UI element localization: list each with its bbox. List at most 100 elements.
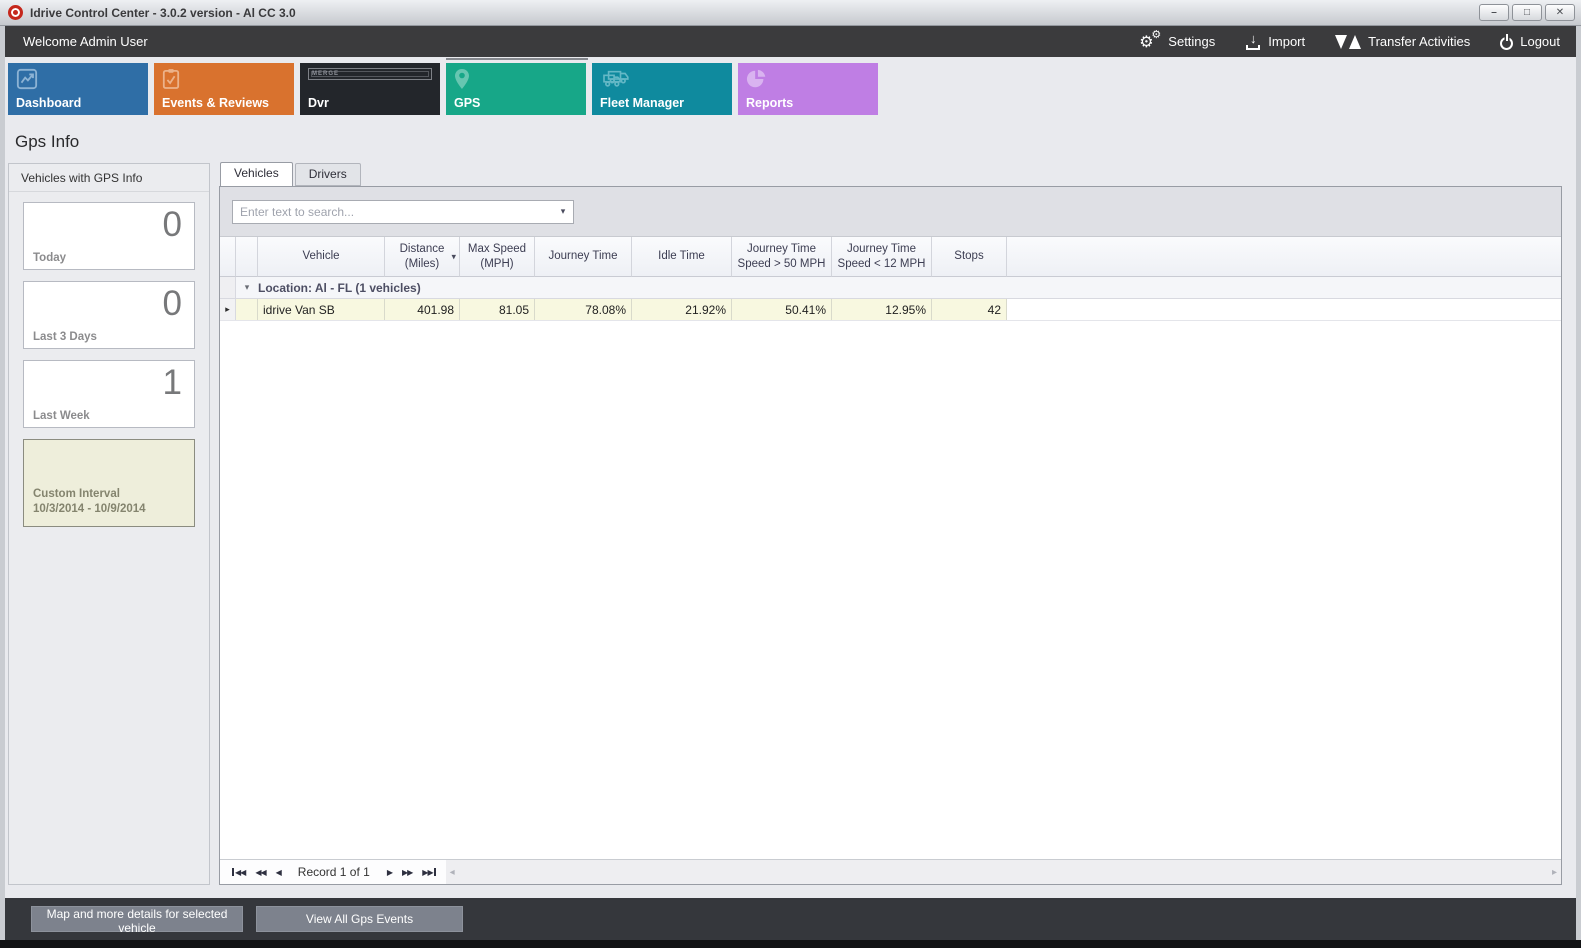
map-details-button[interactable]: Map and more details for selected vehicl… — [31, 906, 243, 932]
dropdown-arrow-icon[interactable]: ▾ — [553, 206, 573, 217]
cell-stops: 42 — [932, 299, 1007, 320]
card-today[interactable]: 0 Today — [23, 202, 195, 270]
card-label: Last 3 Days — [33, 331, 97, 343]
last-record-button[interactable]: ▶▶ — [419, 866, 439, 879]
cell-vehicle: idrive Van SB — [258, 299, 385, 320]
transfer-arrows-icon — [1335, 33, 1361, 51]
card-label: Custom Interval 10/3/2014 - 10/9/2014 — [33, 487, 146, 518]
settings-label: Settings — [1168, 34, 1215, 49]
settings-button[interactable]: ⚙ ⚙ Settings — [1139, 32, 1215, 52]
header-idle-time[interactable]: Idle Time — [632, 237, 732, 277]
cell-journey-time: 78.08% — [535, 299, 632, 320]
nav-tile-dvr[interactable]: MERGE Dvr — [300, 63, 440, 115]
map-pin-icon — [454, 68, 470, 90]
next-record-button[interactable]: ▶ — [384, 866, 395, 879]
header-journey-time[interactable]: Journey Time — [535, 237, 632, 277]
power-icon — [1500, 37, 1513, 50]
import-button[interactable]: ↓ Import — [1245, 34, 1305, 50]
header-filler — [1007, 237, 1561, 277]
page-title: Gps Info — [15, 132, 1576, 154]
transfer-activities-label: Transfer Activities — [1368, 34, 1470, 49]
page-body: Vehicles with GPS Info 0 Today 0 Last 3 … — [5, 163, 1576, 885]
tab-vehicles[interactable]: Vehicles — [220, 162, 293, 187]
card-custom-interval[interactable]: Custom Interval 10/3/2014 - 10/9/2014 — [23, 439, 195, 527]
group-row-location[interactable]: ▾ Location: Al - FL (1 vehicles) — [220, 277, 1561, 299]
footer-action-bar: Map and more details for selected vehicl… — [5, 898, 1576, 940]
header-journey-under-12[interactable]: Journey Time Speed < 12 MPH — [832, 237, 932, 277]
card-label: Last Week — [33, 410, 90, 422]
card-value: 0 — [163, 205, 182, 245]
minimize-button[interactable]: – — [1479, 4, 1509, 21]
clipboard-check-icon — [162, 68, 180, 90]
search-combo: ▾ — [232, 200, 574, 224]
pie-chart-icon — [746, 68, 768, 90]
tab-drivers[interactable]: Drivers — [295, 163, 361, 186]
nav-tiles: Dashboard Events & Reviews MERGE Dvr GPS — [5, 57, 1576, 123]
prev-record-button[interactable]: ◀ — [273, 866, 284, 879]
close-button[interactable]: ✕ — [1545, 4, 1575, 21]
header-expand-cell — [236, 237, 258, 277]
horizontal-scrollbar[interactable]: ◂ ▸ — [446, 860, 1561, 884]
search-toolbar: ▾ — [220, 187, 1561, 237]
nav-tile-gps[interactable]: GPS — [446, 63, 586, 115]
sidebar-gps-info: Vehicles with GPS Info 0 Today 0 Last 3 … — [8, 163, 210, 885]
nav-tile-label: Dvr — [308, 96, 432, 110]
import-label: Import — [1268, 34, 1305, 49]
cell-idle-time: 21.92% — [632, 299, 732, 320]
header-distance[interactable]: Distance (Miles) ▾ — [385, 237, 460, 277]
transfer-activities-button[interactable]: Transfer Activities — [1335, 33, 1470, 51]
cell-distance: 401.98 — [385, 299, 460, 320]
header-vehicle[interactable]: Vehicle — [258, 237, 385, 277]
vehicles-panel: ▾ Vehicle Distance (Miles) ▾ — [219, 186, 1562, 885]
nav-tile-label: Dashboard — [16, 96, 140, 110]
grid-empty-area — [220, 321, 1561, 859]
line-chart-icon — [16, 68, 38, 90]
card-value: 0 — [163, 284, 182, 324]
tab-strip: Vehicles Drivers — [219, 163, 1562, 186]
collapse-icon[interactable]: ▾ — [236, 282, 258, 293]
interval-cards: 0 Today 0 Last 3 Days 1 Last Week Custom… — [9, 192, 209, 548]
main-area: Vehicles Drivers ▾ — [219, 163, 1562, 885]
nav-tile-dashboard[interactable]: Dashboard — [8, 63, 148, 115]
card-last-3-days[interactable]: 0 Last 3 Days — [23, 281, 195, 349]
nav-tile-reports[interactable]: Reports — [738, 63, 878, 115]
nav-tile-events-reviews[interactable]: Events & Reviews — [154, 63, 294, 115]
pagination-bar: ◀◀ ◀◀ ◀ Record 1 of 1 ▶ ▶▶ ▶▶ — [220, 859, 1561, 884]
record-status: Record 1 of 1 — [288, 865, 380, 879]
table-row-idrive-van-sb[interactable]: ▸ idrive Van SB 401.98 81.05 78.08% 21.9… — [220, 299, 1561, 321]
card-label: Today — [33, 252, 66, 264]
gear-icon: ⚙ ⚙ — [1139, 32, 1161, 52]
scroll-left-icon[interactable]: ◂ — [450, 867, 455, 878]
view-all-gps-events-button[interactable]: View All Gps Events — [256, 906, 463, 932]
app-logo-icon — [8, 5, 23, 20]
dvr-merge-icon: MERGE — [308, 68, 432, 80]
cell-max-speed: 81.05 — [460, 299, 535, 320]
nav-tile-fleet-manager[interactable]: Fleet Manager — [592, 63, 732, 115]
window-bottom-frame — [0, 940, 1581, 948]
title-bar: Idrive Control Center - 3.0.2 version - … — [0, 0, 1581, 26]
nav-tile-label: Reports — [746, 96, 870, 110]
app-window: Idrive Control Center - 3.0.2 version - … — [0, 0, 1581, 948]
maximize-button[interactable]: □ — [1512, 4, 1542, 21]
row-filler — [1007, 299, 1561, 320]
scroll-right-icon[interactable]: ▸ — [1552, 867, 1557, 878]
cell-journey-under-12: 12.95% — [832, 299, 932, 320]
nav-tile-label: Events & Reviews — [162, 96, 286, 110]
card-last-week[interactable]: 1 Last Week — [23, 360, 195, 428]
nav-tile-label: GPS — [454, 96, 578, 110]
header-bar: Welcome Admin User ⚙ ⚙ Settings ↓ Import — [5, 26, 1576, 57]
next-page-button[interactable]: ▶▶ — [399, 866, 415, 879]
group-label: Location: Al - FL (1 vehicles) — [258, 281, 421, 295]
record-navigator: ◀◀ ◀◀ ◀ Record 1 of 1 ▶ ▶▶ ▶▶ — [220, 865, 446, 879]
group-indicator-cell — [220, 277, 236, 298]
first-record-button[interactable]: ◀◀ — [228, 866, 248, 879]
header-max-speed[interactable]: Max Speed (MPH) — [460, 237, 535, 277]
card-value: 1 — [163, 363, 182, 403]
logout-label: Logout — [1520, 34, 1560, 49]
header-journey-over-50[interactable]: Journey Time Speed > 50 MPH — [732, 237, 832, 277]
search-input[interactable] — [233, 205, 553, 219]
header-stops[interactable]: Stops — [932, 237, 1007, 277]
logout-button[interactable]: Logout — [1500, 34, 1560, 50]
header-indicator-cell — [220, 237, 236, 277]
prev-page-button[interactable]: ◀◀ — [252, 866, 268, 879]
